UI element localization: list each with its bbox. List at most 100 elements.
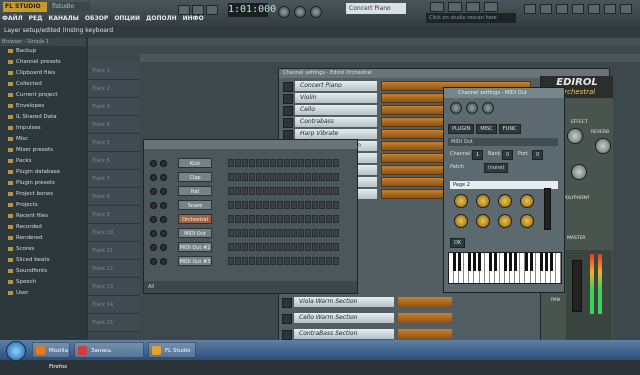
instrument-name[interactable]: ContraBass Section: [294, 329, 394, 339]
browser-item[interactable]: Channel presets: [8, 59, 61, 65]
playlist-track[interactable]: Track 11: [88, 242, 140, 260]
taskbar-recorder[interactable]: Запись: [74, 342, 144, 358]
menu-view[interactable]: ОБЗОР: [85, 15, 108, 22]
midi-volume-knob[interactable]: [450, 102, 462, 114]
reverb-knob[interactable]: [595, 138, 611, 154]
browser-item[interactable]: Mixer presets: [8, 147, 53, 153]
controller-knob[interactable]: [498, 214, 512, 228]
controller-knob[interactable]: [520, 214, 534, 228]
step-grid[interactable]: [228, 187, 339, 195]
mute-led[interactable]: [150, 244, 157, 251]
mute-led[interactable]: [150, 230, 157, 237]
browser-item[interactable]: Impulses: [8, 125, 41, 131]
black-key[interactable]: [478, 253, 481, 271]
midi-pan-knob[interactable]: [466, 102, 478, 114]
memory-meter-icon[interactable]: [448, 2, 462, 12]
instrument-name[interactable]: Concert Piano: [295, 81, 377, 91]
playlist-track[interactable]: Track 9: [88, 206, 140, 224]
playlist-track[interactable]: Track 8: [88, 188, 140, 206]
browser-item[interactable]: Plugin presets: [8, 180, 55, 186]
browser-item[interactable]: Projects: [8, 202, 38, 208]
cpu-meter-icon[interactable]: [430, 2, 444, 12]
browser-item[interactable]: Recent files: [8, 213, 48, 219]
instrument-name[interactable]: Contrabass: [295, 117, 377, 127]
stepseq-filter[interactable]: All: [144, 281, 357, 293]
black-key[interactable]: [540, 253, 543, 271]
mute-button[interactable]: [283, 106, 293, 116]
channel-name-button[interactable]: Kick: [178, 158, 212, 168]
instrument-name[interactable]: Violin: [295, 93, 377, 103]
playlist-track[interactable]: Track 12: [88, 260, 140, 278]
black-key[interactable]: [468, 253, 471, 271]
step-grid[interactable]: [228, 243, 339, 251]
mixer-shortcut-icon[interactable]: [588, 4, 600, 14]
mute-led[interactable]: [150, 160, 157, 167]
step-grid[interactable]: [228, 159, 339, 167]
playlist-track[interactable]: Track 4: [88, 116, 140, 134]
master-fader[interactable]: [572, 260, 582, 312]
mute-led[interactable]: [150, 216, 157, 223]
select-led[interactable]: [160, 174, 167, 181]
controller-knob[interactable]: [454, 194, 468, 208]
patch-field[interactable]: (none): [484, 163, 509, 173]
browser-item[interactable]: Sliced beats: [8, 257, 49, 263]
menu-edit[interactable]: РЕД: [29, 15, 43, 22]
browser-item[interactable]: Speech: [8, 279, 36, 285]
start-button[interactable]: [6, 341, 26, 361]
pitch-slider[interactable]: [544, 188, 551, 230]
mute-button[interactable]: [282, 314, 292, 324]
play-button[interactable]: [178, 5, 190, 15]
mute-led[interactable]: [150, 188, 157, 195]
select-led[interactable]: [160, 202, 167, 209]
black-key[interactable]: [545, 253, 548, 271]
controller-knob[interactable]: [498, 194, 512, 208]
black-key[interactable]: [530, 253, 533, 271]
browser-item[interactable]: Soundfonts: [8, 268, 47, 274]
playlist-track[interactable]: Track 7: [88, 170, 140, 188]
channel-name-button[interactable]: Clap: [178, 172, 212, 182]
black-key[interactable]: [494, 253, 497, 271]
browser-item[interactable]: Packs: [8, 158, 32, 164]
mute-button[interactable]: [282, 330, 292, 340]
instrument-name[interactable]: Cello: [295, 105, 377, 115]
instrument-name[interactable]: Viola Warm Section: [294, 297, 394, 307]
online-news-icon[interactable]: [484, 2, 498, 12]
mute-led[interactable]: [150, 202, 157, 209]
menu-tools[interactable]: ДОПОЛН: [146, 15, 177, 22]
step-grid[interactable]: [228, 173, 339, 181]
taskbar-flstudio[interactable]: FL Studio: [148, 342, 196, 358]
controller-knob[interactable]: [454, 214, 468, 228]
instrument-controls[interactable]: [398, 297, 452, 307]
playlist-track[interactable]: Track 14: [88, 296, 140, 314]
black-key[interactable]: [458, 253, 461, 271]
step-grid[interactable]: [228, 257, 339, 265]
browser-item[interactable]: Recorded: [8, 224, 42, 230]
browser-item[interactable]: Clipboard files: [8, 70, 55, 76]
playlist-timeline[interactable]: [140, 54, 640, 62]
select-led[interactable]: [160, 230, 167, 237]
browser-item[interactable]: Project bones: [8, 191, 53, 197]
ok-button[interactable]: OK: [450, 238, 466, 248]
instrument-name[interactable]: Cello Warm Section: [294, 313, 394, 323]
select-led[interactable]: [160, 216, 167, 223]
playlist-shortcut-icon[interactable]: [524, 4, 536, 14]
channel-name-button[interactable]: MIDI Out: [178, 228, 212, 238]
controller-knob[interactable]: [476, 194, 490, 208]
bank-field[interactable]: 0: [502, 150, 514, 160]
mute-led[interactable]: [150, 258, 157, 265]
channel-name-button[interactable]: Orchestral: [178, 214, 212, 224]
plugin-shortcut-icon[interactable]: [604, 4, 616, 14]
mute-led[interactable]: [150, 174, 157, 181]
menu-options[interactable]: ОПЦИИ: [114, 15, 140, 22]
browser-item[interactable]: Collected: [8, 81, 42, 87]
step-grid[interactable]: [228, 229, 339, 237]
piano-keyboard[interactable]: [448, 252, 562, 284]
playlist-track[interactable]: Track 13: [88, 278, 140, 296]
black-key[interactable]: [525, 253, 528, 271]
select-led[interactable]: [160, 244, 167, 251]
select-led[interactable]: [160, 160, 167, 167]
midi-out-titlebar[interactable]: Channel settings - MIDI Out: [444, 88, 564, 98]
browser-item[interactable]: Backup: [8, 48, 36, 54]
controller-knob[interactable]: [520, 194, 534, 208]
step-grid[interactable]: [228, 215, 339, 223]
